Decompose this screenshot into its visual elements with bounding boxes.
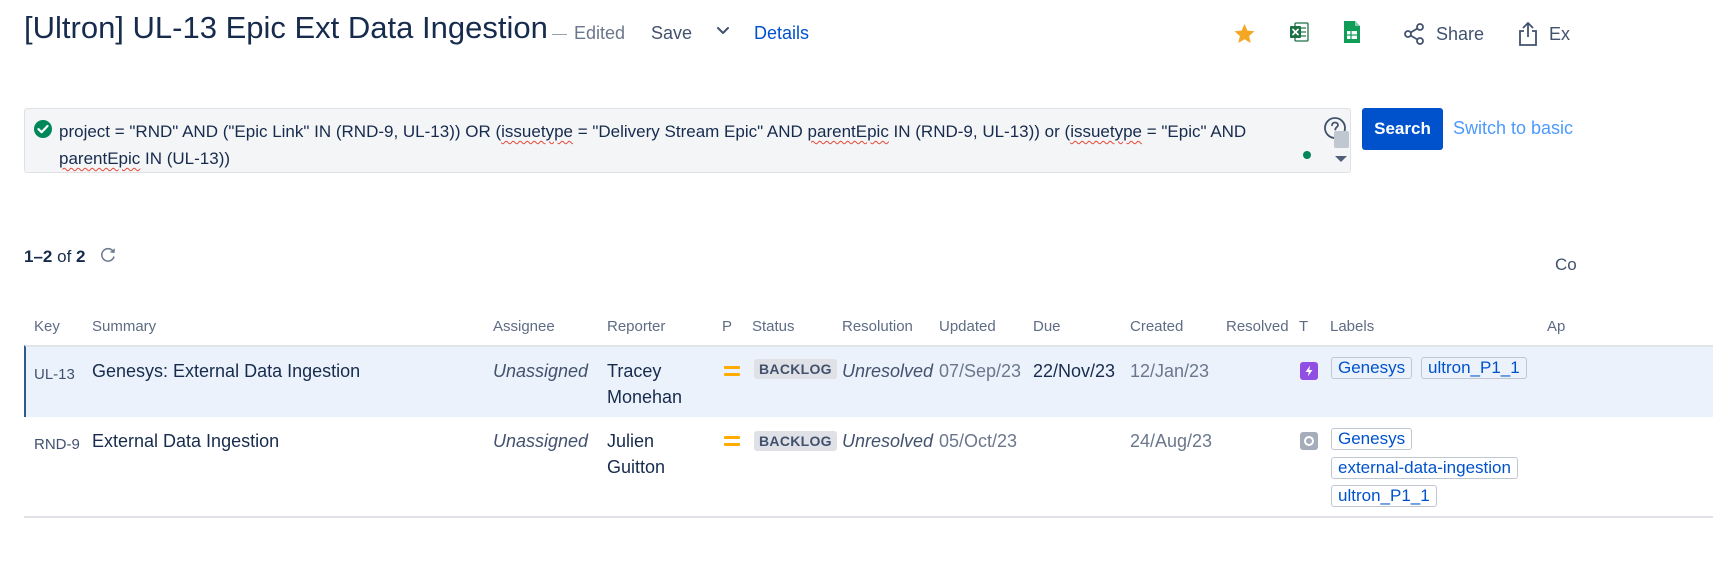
column-header-labels[interactable]: Labels <box>1330 318 1374 335</box>
resolution-value: Unresolved <box>842 431 934 451</box>
status-badge: BACKLOG <box>754 359 837 379</box>
issue-label[interactable]: ultron_P1_1 <box>1331 485 1437 507</box>
query-segment-spellcheck: issuetype <box>1070 122 1143 141</box>
created-date: 12/Jan/23 <box>1130 361 1210 381</box>
columns-button[interactable]: Co <box>1555 255 1577 275</box>
issue-key-link[interactable]: RND-9 <box>34 432 80 458</box>
save-options-chevron-down-icon[interactable] <box>714 21 732 41</box>
created-date: 24/Aug/23 <box>1130 431 1213 451</box>
status-badge: BACKLOG <box>754 431 837 451</box>
save-button[interactable]: Save <box>651 23 692 44</box>
column-header-due[interactable]: Due <box>1033 318 1061 335</box>
query-segment-spellcheck: parentEpic <box>807 122 889 141</box>
query-scrollbar[interactable] <box>1332 131 1351 173</box>
due-date: 22/Nov/23 <box>1033 361 1116 381</box>
issue-label[interactable]: Genesys <box>1331 357 1413 379</box>
scrollbar-thumb[interactable] <box>1334 131 1349 148</box>
reporter-first-name: Julien <box>607 431 655 451</box>
issue-summary-link[interactable]: Genesys: External Data Ingestion <box>92 358 360 384</box>
query-status-dot <box>1303 151 1311 159</box>
page-title: [Ultron] UL-13 Epic Ext Data Ingestion <box>24 10 548 45</box>
jql-query-editor[interactable]: project = "RND" AND ("Epic Link" IN (RND… <box>24 108 1351 173</box>
export-button[interactable]: Ex <box>1517 20 1570 48</box>
reporter-last-name: Monehan <box>607 387 683 407</box>
reporter-last-name: Guitton <box>607 457 666 477</box>
query-segment: = "Delivery Stream Epic" AND <box>572 122 808 141</box>
issue-label[interactable]: ultron_P1_1 <box>1421 357 1527 379</box>
query-segment-spellcheck: parentEpic <box>59 149 141 168</box>
issue-type-icon <box>1300 432 1318 450</box>
jql-query-text[interactable]: project = "RND" AND ("Epic Link" IN (RND… <box>59 118 1311 172</box>
column-header-resolution[interactable]: Resolution <box>842 318 913 335</box>
column-header-created[interactable]: Created <box>1130 318 1183 335</box>
reporter-first-name: Tracey <box>607 361 662 381</box>
query-segment: IN (UL-13)) <box>140 149 231 168</box>
export-label: Ex <box>1549 23 1571 44</box>
edited-indicator: Edited <box>552 23 625 44</box>
issue-label[interactable]: external-data-ingestion <box>1331 457 1518 479</box>
issue-label[interactable]: Genesys <box>1331 428 1413 450</box>
column-header-reporter[interactable]: Reporter <box>607 318 665 335</box>
table-row[interactable]: RND-9 External Data Ingestion Unassigned… <box>24 417 1713 518</box>
column-header-resolved[interactable]: Resolved <box>1226 318 1289 335</box>
query-segment: project = "RND" AND ("Epic Link" IN (RND… <box>59 122 502 141</box>
column-header-ap[interactable]: Ap <box>1547 318 1565 335</box>
assignee-value: Unassigned <box>493 361 589 381</box>
refresh-icon[interactable] <box>98 245 118 265</box>
column-header-assignee[interactable]: Assignee <box>493 318 555 335</box>
google-sheets-icon[interactable] <box>1343 20 1361 44</box>
switch-to-basic-link[interactable]: Switch to basic <box>1453 118 1573 139</box>
details-link[interactable]: Details <box>754 23 809 44</box>
column-header-key[interactable]: Key <box>34 318 60 335</box>
scroll-down-arrow-icon[interactable] <box>1335 156 1347 162</box>
share-icon <box>1404 23 1424 45</box>
table-row[interactable]: UL-13 Genesys: External Data Ingestion U… <box>24 345 1713 417</box>
column-header-summary[interactable]: Summary <box>92 318 156 335</box>
results-total: 2 <box>76 247 86 266</box>
updated-date: 05/Oct/23 <box>939 431 1018 451</box>
column-header-priority[interactable]: P <box>722 318 732 335</box>
share-label: Share <box>1436 23 1485 44</box>
export-icon <box>1519 21 1537 46</box>
assignee-value: Unassigned <box>493 431 589 451</box>
column-header-status[interactable]: Status <box>752 318 795 335</box>
issue-summary-link[interactable]: External Data Ingestion <box>92 428 279 454</box>
share-button[interactable]: Share <box>1402 20 1484 48</box>
epic-type-icon <box>1300 362 1318 380</box>
priority-medium-icon <box>724 365 740 377</box>
results-range: 1–2 <box>24 247 53 266</box>
reporter-value: Julien Guitton <box>607 428 665 480</box>
valid-check-icon <box>33 119 53 139</box>
query-segment: = "Epic" AND <box>1146 122 1247 141</box>
priority-medium-icon <box>724 435 740 447</box>
excel-icon[interactable] <box>1289 21 1309 43</box>
star-icon[interactable] <box>1232 22 1257 46</box>
dash-icon <box>552 33 567 35</box>
column-header-updated[interactable]: Updated <box>939 318 996 335</box>
query-segment: IN (RND-9, UL-13)) or ( <box>888 122 1071 141</box>
issue-key-link[interactable]: UL-13 <box>34 362 75 388</box>
results-count: 1–2 of 2 <box>24 247 86 267</box>
updated-date: 07/Sep/23 <box>939 361 1022 381</box>
query-segment-spellcheck: issuetype <box>501 122 573 141</box>
edited-label: Edited <box>574 23 626 43</box>
column-header-type[interactable]: T <box>1299 318 1308 335</box>
search-button[interactable]: Search <box>1362 108 1443 150</box>
results-of: of <box>57 247 72 266</box>
resolution-value: Unresolved <box>842 361 934 381</box>
reporter-value: Tracey Monehan <box>607 358 682 410</box>
